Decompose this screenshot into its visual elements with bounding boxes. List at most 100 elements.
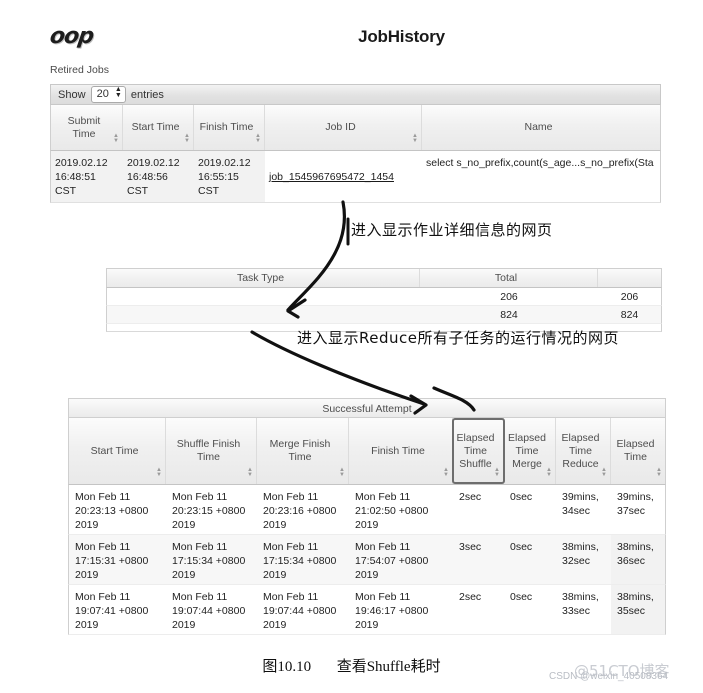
col-header-finish-time[interactable]: Finish Time ▲ ▼ — [194, 105, 265, 150]
task-summary-table: Task Type Total Map 206 206 Reduce 824 8… — [106, 268, 662, 324]
col-header-elapsed-time[interactable]: Elapsed Time ▲ ▼ — [611, 418, 665, 484]
col-header-elapsed-time-reduce[interactable]: Elapsed Time Reduce ▲ ▼ — [556, 418, 611, 484]
sort-icon[interactable]: ▲ ▼ — [255, 133, 261, 144]
col-header-label: Start Time — [131, 121, 180, 133]
job-id-link[interactable]: job_1545967695472_1454 — [269, 171, 394, 183]
col-header-label: Name — [524, 121, 553, 133]
sort-icon[interactable]: ▲ ▼ — [113, 133, 119, 144]
table-row[interactable]: Map 206 206 — [106, 288, 662, 306]
cell-merge-finish-time: Mon Feb 11 19:07:44 +0800 2019 — [263, 591, 337, 631]
cell-start-time: 2019.02.12 16:48:56 CST — [123, 151, 194, 202]
col-header-name[interactable]: Name — [422, 105, 660, 150]
annotation-reduce-tasks: 进入显示Reduce所有子任务的运行情况的网页 — [297, 329, 619, 347]
stepper-icon[interactable]: ▲ ▼ — [115, 86, 122, 99]
cell-reduce-extra: 824 — [620, 309, 639, 321]
cell-elapsed-shuffle: 2sec — [459, 491, 482, 503]
group-header-successful-attempt: Successful Attempt — [68, 398, 666, 418]
table-row[interactable]: Mon Feb 11 17:15:31 +0800 2019 Mon Feb 1… — [68, 535, 666, 585]
cell-merge-finish-time: Mon Feb 11 17:15:34 +0800 2019 — [263, 541, 337, 581]
col-header-label: Start Time — [90, 444, 139, 457]
entries-count-select[interactable]: 20 ▲ ▼ — [90, 85, 126, 103]
col-header-shuffle-finish-time[interactable]: Shuffle Finish Time ▲ ▼ — [166, 418, 257, 484]
attempts-table: Successful Attempt Start Time ▲ ▼ Shuffle… — [68, 398, 666, 635]
col-header-start-time[interactable]: Start Time ▲ ▼ — [69, 418, 166, 484]
col-header-label: Submit Time — [67, 114, 101, 140]
col-header-label: Merge Finish Time — [269, 438, 331, 463]
col-header-label: Task Type — [236, 271, 285, 284]
retired-jobs-table: Show 20 ▲ ▼ entries Submit Time ▲ ▼ Start … — [50, 84, 661, 203]
sort-icon[interactable]: ▲ ▼ — [412, 133, 418, 144]
sort-icon[interactable]: ▲ ▼ — [247, 467, 253, 478]
col-header-job-id[interactable]: Job ID ▲ ▼ — [265, 105, 422, 150]
col-header-label: Elapsed Time — [616, 438, 655, 463]
sort-icon[interactable]: ▲ ▼ — [494, 467, 500, 478]
cell-reduce-total: 824 — [500, 309, 518, 321]
cell-job-id[interactable]: job_1545967695472_1454 — [265, 151, 422, 202]
cell-submit-time: 2019.02.12 16:48:51 CST — [51, 151, 123, 202]
table-row[interactable]: Reduce 824 824 — [106, 306, 662, 324]
cell-shuffle-finish-time: Mon Feb 11 17:15:34 +0800 2019 — [172, 541, 246, 581]
col-header-merge-finish-time[interactable]: Merge Finish Time ▲ ▼ — [257, 418, 349, 484]
cell-shuffle-finish-time: Mon Feb 11 19:07:44 +0800 2019 — [172, 591, 246, 631]
cell-task-type-reduce[interactable]: Reduce — [107, 306, 420, 323]
cell-merge-finish-time: Mon Feb 11 20:23:16 +0800 2019 — [263, 491, 337, 531]
col-header-label: Total — [494, 271, 518, 284]
cell-elapsed-merge: 0sec — [510, 491, 533, 503]
app-title: JobHistory — [358, 27, 445, 46]
col-header-elapsed-time-merge[interactable]: Elapsed Time Merge ▲ ▼ — [504, 418, 556, 484]
task-summary-header-row: Task Type Total — [106, 268, 662, 288]
col-header-elapsed-time-shuffle[interactable]: Elapsed Time Shuffle ▲ ▼ — [453, 418, 504, 484]
sort-icon[interactable]: ▲ ▼ — [443, 467, 449, 478]
attempts-header-row: Start Time ▲ ▼ Shuffle Finish Time ▲ ▼ Mer… — [68, 418, 666, 485]
sort-icon[interactable]: ▲ ▼ — [339, 467, 345, 478]
cell-elapsed-reduce: 38mins, 32sec — [562, 541, 599, 567]
col-header-label: Job ID — [325, 121, 356, 133]
cell-finish-time: Mon Feb 11 17:54:07 +0800 2019 — [355, 541, 429, 581]
cell-task-type-map[interactable]: Map — [107, 288, 420, 305]
cell-map-extra: 206 — [620, 291, 639, 303]
cell-finish-time: Mon Feb 11 19:46:17 +0800 2019 — [355, 591, 429, 631]
cell-elapsed-merge: 0sec — [510, 591, 533, 603]
col-header-label: Elapsed Time Reduce — [561, 431, 600, 470]
col-header-label: Finish Time — [199, 121, 254, 133]
table-row[interactable]: Mon Feb 11 20:23:13 +0800 2019 Mon Feb 1… — [68, 485, 666, 535]
retired-jobs-header-row: Submit Time ▲ ▼ Start Time ▲ ▼ Finish Time… — [50, 105, 661, 151]
table-row[interactable]: Mon Feb 11 19:07:41 +0800 2019 Mon Feb 1… — [68, 585, 666, 635]
cell-shuffle-finish-time: Mon Feb 11 20:23:15 +0800 2019 — [172, 491, 246, 531]
cell-elapsed-total: 39mins, 37sec — [617, 491, 654, 517]
cell-finish-time: 2019.02.12 16:55:15 CST — [194, 151, 265, 202]
col-header-label: Elapsed Time Shuffle — [456, 431, 495, 470]
sort-icon[interactable]: ▲ ▼ — [156, 467, 162, 478]
col-header-start-time[interactable]: Start Time ▲ ▼ — [123, 105, 194, 150]
sort-icon[interactable]: ▲ ▼ — [184, 133, 190, 144]
col-header-label: Elapsed Time Merge — [508, 431, 546, 470]
show-entries-bar: Show 20 ▲ ▼ entries — [50, 84, 661, 105]
cell-start-time: Mon Feb 11 17:15:31 +0800 2019 — [75, 541, 149, 581]
cell-finish-time: Mon Feb 11 21:02:50 +0800 2019 — [355, 491, 429, 531]
figure-title: 查看Shuffle耗时 — [336, 659, 441, 675]
cell-job-name: select s_no_prefix,count(s_age...s_no_pr… — [426, 157, 654, 169]
cell-map-total: 206 — [500, 291, 518, 303]
show-prefix-label: Show — [58, 89, 86, 101]
cell-start-time: Mon Feb 11 19:07:41 +0800 2019 — [75, 591, 149, 631]
figure-number: 图10.10 — [262, 659, 312, 675]
col-header-task-type[interactable]: Task Type — [107, 269, 420, 287]
cell-elapsed-total: 38mins, 36sec — [611, 535, 665, 584]
cell-elapsed-reduce: 38mins, 33sec — [562, 591, 599, 617]
sort-icon[interactable]: ▲ ▼ — [546, 467, 552, 478]
table-row[interactable]: 2019.02.12 16:48:51 CST 2019.02.12 16:48… — [50, 151, 661, 203]
col-header-label: Finish Time — [371, 444, 425, 457]
cell-elapsed-total: 38mins, 35sec — [611, 585, 665, 634]
section-label-retired-jobs: Retired Jobs — [50, 64, 109, 76]
sort-icon[interactable]: ▲ ▼ — [656, 467, 662, 478]
figure-caption: 图10.10 查看Shuffle耗时 — [0, 655, 703, 676]
cell-elapsed-reduce: 39mins, 34sec — [562, 491, 599, 517]
sort-icon[interactable]: ▲ ▼ — [601, 467, 607, 478]
col-header-submit-time[interactable]: Submit Time ▲ ▼ — [51, 105, 123, 150]
col-header-total[interactable]: Total — [420, 269, 598, 287]
cell-elapsed-merge: 0sec — [510, 541, 533, 553]
cell-elapsed-shuffle: 3sec — [459, 541, 482, 553]
col-header-blank — [598, 269, 661, 287]
col-header-finish-time[interactable]: Finish Time ▲ ▼ — [349, 418, 453, 484]
cell-start-time: Mon Feb 11 20:23:13 +0800 2019 — [75, 491, 149, 531]
